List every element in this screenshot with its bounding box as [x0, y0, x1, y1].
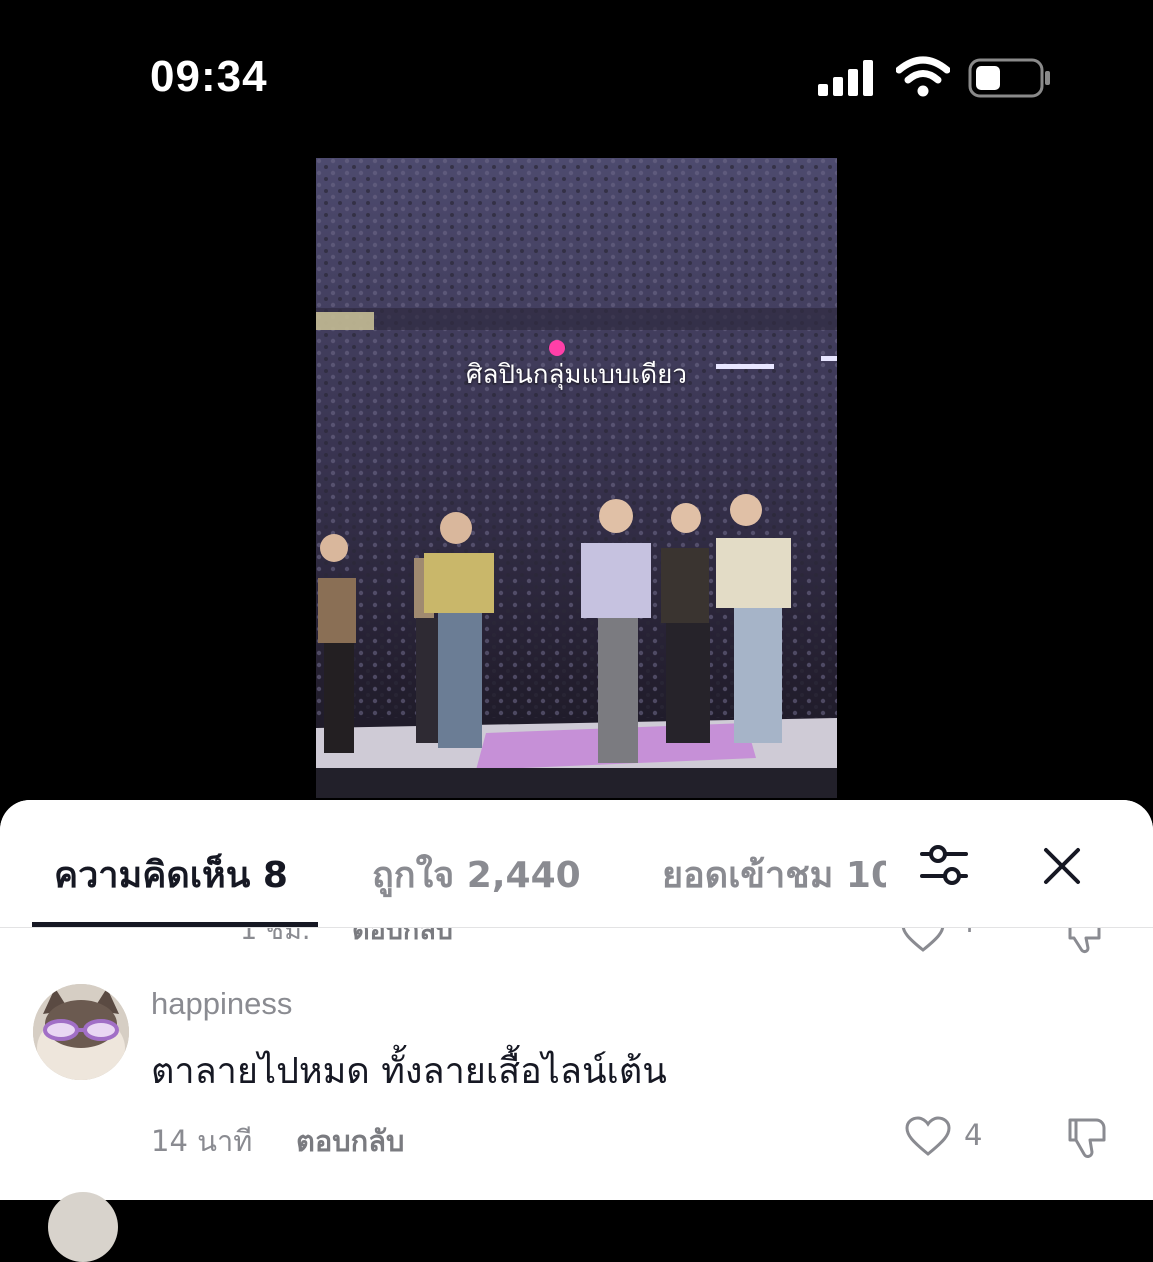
video-player[interactable] — [316, 158, 837, 798]
status-time: 09:34 — [150, 52, 268, 101]
cellular-signal-icon — [818, 58, 878, 96]
reply-button[interactable]: ตอบกลับ — [296, 1118, 404, 1164]
battery-icon — [968, 58, 1050, 98]
tab-views[interactable]: ยอดเข้าชม 10 — [662, 846, 886, 903]
filter-sliders-icon[interactable] — [918, 842, 970, 890]
cat-with-sunglasses-avatar — [33, 984, 129, 1080]
dislike-icon — [1068, 1118, 1106, 1158]
comment-text: ตาลายไปหมด ทั้งลายเสื้อไลน์เต้น — [151, 1051, 667, 1092]
comment-time: 14 นาที — [151, 1124, 253, 1158]
tab-likes[interactable]: ถูกใจ 2,440 — [372, 846, 581, 903]
tab-comments[interactable]: ความคิดเห็น 8 — [54, 846, 288, 903]
next-comment-avatar[interactable] — [48, 1192, 118, 1262]
video-caption-text: ศิลปินกลุ่มแบบเดียว — [466, 360, 687, 390]
dislike-button[interactable] — [1064, 1116, 1112, 1164]
comment-username[interactable]: happiness — [151, 986, 292, 1022]
tab-divider — [0, 927, 1153, 928]
heart-icon — [905, 1116, 951, 1156]
concert-video-frame — [316, 158, 837, 798]
sheet-tab-bar: ความคิดเห็น 8 ถูกใจ 2,440 ยอดเข้าชม 10 — [0, 800, 1153, 928]
wifi-icon — [896, 56, 950, 97]
like-button[interactable]: 4 — [904, 1116, 994, 1162]
status-bar: 09:34 — [0, 0, 1153, 150]
close-icon[interactable] — [1042, 846, 1082, 886]
avatar[interactable] — [33, 984, 129, 1080]
comment-item: happiness ตาลายไปหมด ทั้งลายเสื้อไลน์เต้… — [0, 980, 1153, 1170]
like-count: 4 — [964, 1118, 983, 1152]
